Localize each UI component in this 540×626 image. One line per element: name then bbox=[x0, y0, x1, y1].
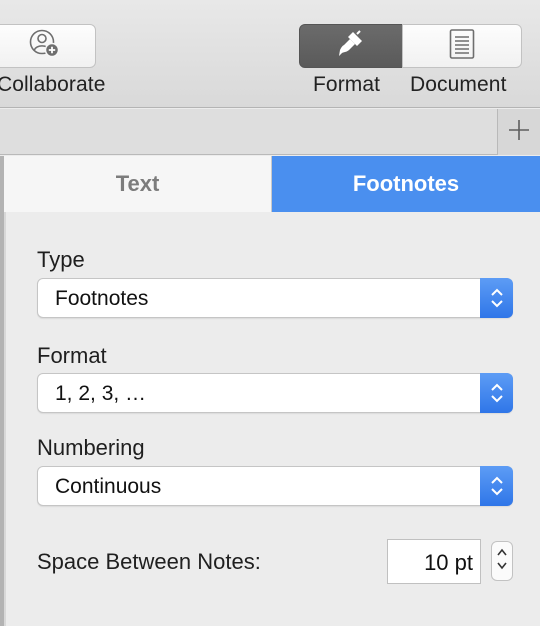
collaborate-button[interactable] bbox=[0, 24, 96, 68]
tab-footnotes[interactable]: Footnotes bbox=[272, 156, 540, 212]
updown-chevron-icon bbox=[495, 544, 509, 579]
tab-strip bbox=[0, 109, 540, 155]
divider bbox=[4, 156, 6, 626]
type-popup[interactable]: Footnotes bbox=[37, 278, 513, 318]
numbering-value: Continuous bbox=[55, 475, 162, 498]
tab-text[interactable]: Text bbox=[4, 156, 272, 212]
person-add-icon bbox=[29, 28, 61, 65]
inspector-tabs: Text Footnotes bbox=[4, 156, 540, 212]
document-button[interactable] bbox=[402, 24, 522, 68]
document-label: Document bbox=[410, 73, 507, 96]
numbering-label: Numbering bbox=[37, 435, 145, 460]
format-popup[interactable]: 1, 2, 3, … bbox=[37, 373, 513, 413]
format-button[interactable] bbox=[299, 24, 403, 68]
updown-chevron-icon bbox=[480, 466, 513, 506]
numbering-popup[interactable]: Continuous bbox=[37, 466, 513, 506]
document-icon bbox=[448, 28, 476, 65]
type-label: Type bbox=[37, 247, 85, 272]
collaborate-label: Collaborate bbox=[0, 73, 106, 96]
updown-chevron-icon bbox=[480, 373, 513, 413]
format-field-label: Format bbox=[37, 343, 107, 368]
format-label: Format bbox=[313, 73, 381, 96]
updown-chevron-icon bbox=[480, 278, 513, 318]
format-value: 1, 2, 3, … bbox=[55, 382, 147, 405]
space-between-notes-field[interactable]: 10 pt bbox=[387, 539, 481, 584]
space-between-notes-label: Space Between Notes: bbox=[37, 549, 261, 574]
toolbar: Collaborate Format Document bbox=[0, 0, 540, 108]
space-between-stepper[interactable] bbox=[491, 541, 513, 581]
plus-icon bbox=[507, 118, 531, 147]
paintbrush-icon bbox=[335, 28, 367, 65]
add-tab-button[interactable] bbox=[497, 109, 540, 155]
type-value: Footnotes bbox=[55, 287, 149, 310]
